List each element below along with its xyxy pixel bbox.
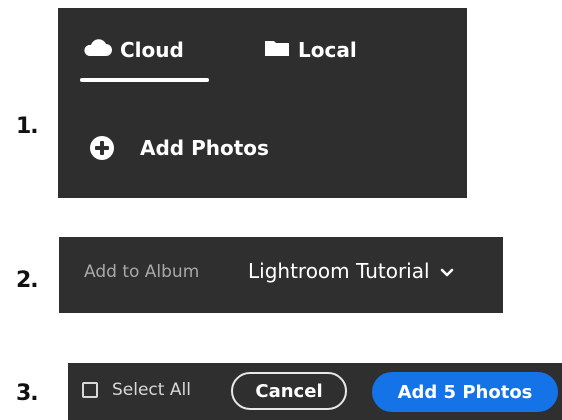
tab-local-label: Local: [298, 38, 357, 62]
selected-album: Lightroom Tutorial: [248, 259, 430, 283]
cloud-icon: [82, 38, 112, 62]
checkbox-icon: [82, 382, 98, 398]
tab-local[interactable]: Local: [264, 38, 357, 62]
cancel-button[interactable]: Cancel: [231, 372, 347, 410]
step-number-1: 1.: [16, 114, 39, 139]
source-panel: Cloud Local Add Photos: [58, 8, 467, 198]
chevron-down-icon: [440, 259, 454, 283]
step-number-3: 3.: [16, 381, 39, 406]
folder-icon: [264, 38, 290, 62]
add-photos-button[interactable]: Add Photos: [90, 136, 269, 160]
select-all-checkbox[interactable]: Select All: [82, 380, 191, 400]
tab-cloud[interactable]: Cloud: [82, 38, 184, 62]
active-tab-indicator: [80, 78, 209, 82]
add-photos-label: Add Photos: [140, 136, 269, 160]
action-bar: Select All Cancel Add 5 Photos: [68, 363, 562, 420]
add-photos-submit-button[interactable]: Add 5 Photos: [372, 372, 558, 412]
plus-circle-icon: [90, 136, 114, 160]
step-number-2: 2.: [16, 268, 39, 293]
album-panel: Add to Album Lightroom Tutorial: [59, 237, 503, 313]
add-to-album-label: Add to Album: [84, 262, 200, 282]
tab-cloud-label: Cloud: [120, 38, 184, 62]
select-all-label: Select All: [112, 380, 191, 400]
album-dropdown[interactable]: Lightroom Tutorial: [248, 259, 454, 283]
